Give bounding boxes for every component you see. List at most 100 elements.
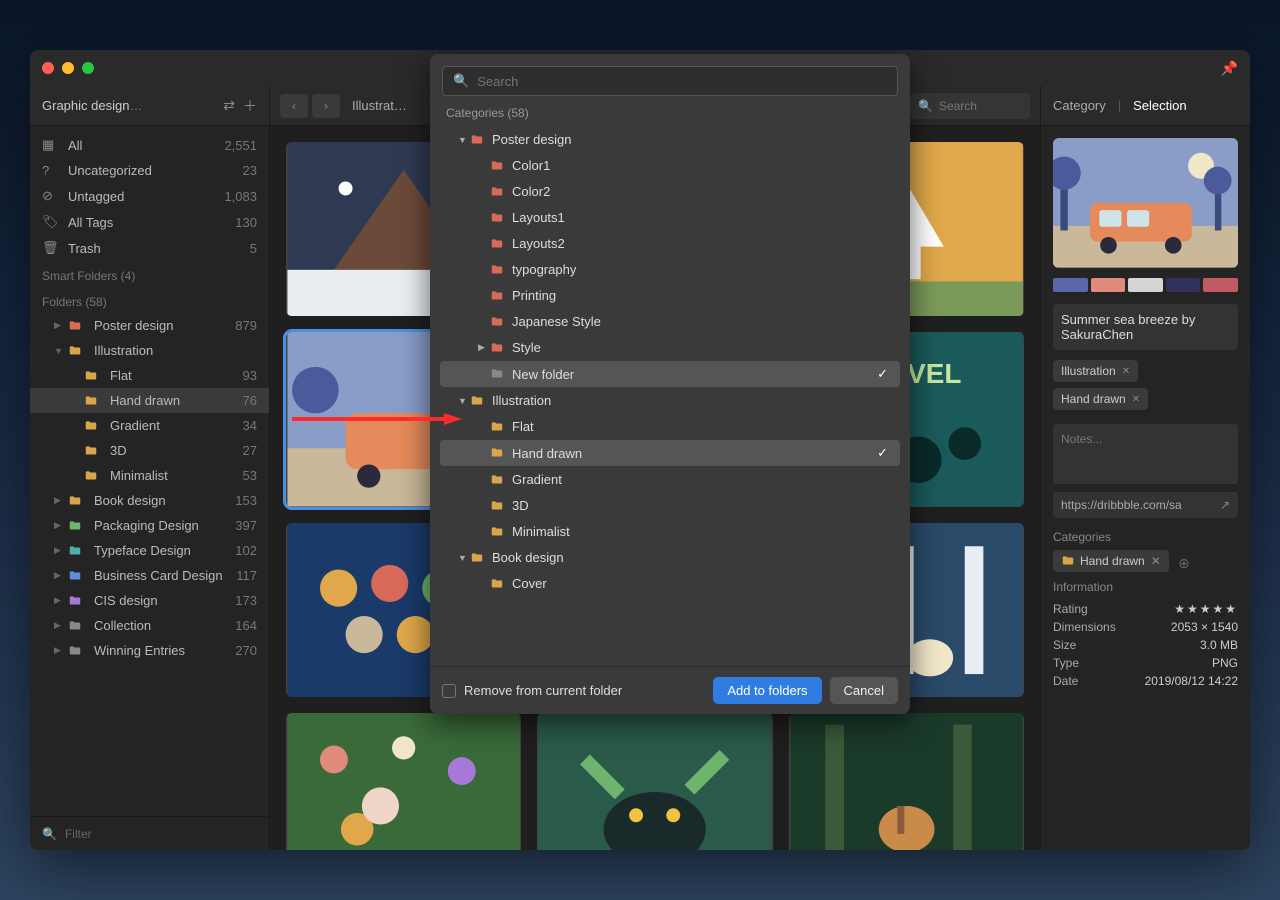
sidebar-folder-cis-design[interactable]: ▶ CIS design 173	[30, 588, 269, 613]
disclosure-icon[interactable]: ▼	[458, 553, 470, 563]
modal-folder-illustration[interactable]: ▼ Illustration	[440, 388, 900, 413]
close-window-button[interactable]	[42, 62, 54, 74]
sidebar-filter[interactable]: 🔍 Filter	[30, 816, 269, 850]
modal-folder-book-design[interactable]: ▼ Book design	[440, 545, 900, 570]
breadcrumb: Illustrat…	[352, 98, 407, 113]
sidebar-folder-business-card-design[interactable]: ▶ Business Card Design 117	[30, 563, 269, 588]
modal-tree: ▼ Poster design Color1 Color2 Layouts1 L…	[430, 126, 910, 666]
sidebar-item-all-tags[interactable]: 🏷 All Tags 130	[30, 209, 269, 235]
disclosure-icon[interactable]: ▼	[54, 346, 64, 356]
toolbar-search[interactable]: 🔍 Search	[910, 93, 1030, 119]
sidebar-folder-poster-design[interactable]: ▶ Poster design 879	[30, 313, 269, 338]
thumbnail[interactable]	[537, 713, 772, 850]
color-swatch[interactable]	[1203, 278, 1238, 292]
modal-folder-color2[interactable]: Color2	[440, 179, 900, 204]
check-icon: ✓	[877, 445, 888, 461]
thumbnail[interactable]	[789, 713, 1024, 850]
disclosure-icon[interactable]: ▶	[54, 620, 64, 631]
color-swatch[interactable]	[1128, 278, 1163, 292]
modal-search[interactable]: 🔍	[442, 66, 898, 96]
disclosure-icon[interactable]: ▶	[54, 495, 64, 506]
modal-folder-new-folder[interactable]: New folder ✓	[440, 361, 900, 387]
sidebar-folder-book-design[interactable]: ▶ Book design 153	[30, 488, 269, 513]
folder-icon	[490, 263, 506, 277]
sidebar-item-untagged[interactable]: ⊘ Untagged 1,083	[30, 183, 269, 209]
title-field[interactable]: Summer sea breeze by SakuraChen	[1053, 304, 1238, 350]
sidebar-folder-hand-drawn[interactable]: Hand drawn 76	[30, 388, 269, 413]
disclosure-icon[interactable]: ▼	[458, 135, 470, 145]
modal-folder-layouts1[interactable]: Layouts1	[440, 205, 900, 230]
modal-folder-style[interactable]: ▶ Style	[440, 335, 900, 360]
tab-category[interactable]: Category	[1053, 98, 1106, 113]
modal-folder-hand-drawn[interactable]: Hand drawn ✓	[440, 440, 900, 466]
sidebar-item-trash[interactable]: 🗑 Trash 5	[30, 235, 269, 261]
folders-header: Folders (58)	[30, 287, 269, 313]
disclosure-icon[interactable]: ▶	[54, 320, 64, 331]
modal-folder-gradient[interactable]: Gradient	[440, 467, 900, 492]
modal-folder-poster-design[interactable]: ▼ Poster design	[440, 127, 900, 152]
category-chip[interactable]: Hand drawn ✕	[1053, 550, 1169, 572]
pin-icon[interactable]: 📌	[1221, 60, 1238, 77]
tag-chip[interactable]: Illustration✕	[1053, 360, 1138, 382]
modal-folder-color1[interactable]: Color1	[440, 153, 900, 178]
disclosure-icon[interactable]: ▼	[458, 396, 470, 406]
add-category-button[interactable]: ⊕	[1178, 555, 1190, 571]
folder-icon	[1061, 554, 1075, 568]
url-field[interactable]: https://dribbble.com/sa ↗	[1053, 492, 1238, 518]
remove-tag-icon[interactable]: ✕	[1122, 366, 1130, 377]
modal-folder-typography[interactable]: typography	[440, 257, 900, 282]
disclosure-icon[interactable]: ▶	[54, 545, 64, 556]
disclosure-icon[interactable]: ▶	[478, 342, 490, 353]
modal-folder-3d[interactable]: 3D	[440, 493, 900, 518]
thumbnail[interactable]	[286, 713, 521, 850]
modal-folder-printing[interactable]: Printing	[440, 283, 900, 308]
remove-tag-icon[interactable]: ✕	[1132, 394, 1140, 405]
folder-icon	[490, 446, 506, 460]
modal-search-input[interactable]	[477, 74, 887, 89]
categories-label: Categories	[1053, 530, 1238, 544]
color-swatches	[1053, 278, 1238, 292]
modal-folder-flat[interactable]: Flat	[440, 414, 900, 439]
smart-folders-header: Smart Folders (4)	[30, 261, 269, 287]
sidebar-item-uncategorized[interactable]: ? Uncategorized 23	[30, 158, 269, 183]
modal-folder-cover[interactable]: Cover	[440, 571, 900, 596]
sidebar-folder-flat[interactable]: Flat 93	[30, 363, 269, 388]
add-icon[interactable]: ＋	[243, 96, 257, 116]
sidebar-folder-winning-entries[interactable]: ▶ Winning Entries 270	[30, 638, 269, 663]
color-swatch[interactable]	[1091, 278, 1126, 292]
add-to-folders-button[interactable]: Add to folders	[713, 677, 821, 704]
sidebar-folder-3d[interactable]: 3D 27	[30, 438, 269, 463]
tab-selection[interactable]: Selection	[1133, 98, 1186, 113]
nav-forward-button[interactable]: ›	[312, 94, 340, 118]
modal-folder-layouts2[interactable]: Layouts2	[440, 231, 900, 256]
modal-folder-japanese-style[interactable]: Japanese Style	[440, 309, 900, 334]
disclosure-icon[interactable]: ▶	[54, 595, 64, 606]
disclosure-icon[interactable]: ▶	[54, 645, 64, 656]
minimize-window-button[interactable]	[62, 62, 74, 74]
rating-stars[interactable]: ★★★★★	[1174, 602, 1238, 616]
sidebar-folder-gradient[interactable]: Gradient 34	[30, 413, 269, 438]
modal-subhead: Categories (58)	[430, 104, 910, 126]
sidebar-folder-illustration[interactable]: ▼ Illustration	[30, 338, 269, 363]
modal-folder-minimalist[interactable]: Minimalist	[440, 519, 900, 544]
notes-field[interactable]: Notes...	[1053, 424, 1238, 484]
color-swatch[interactable]	[1053, 278, 1088, 292]
tag-chip[interactable]: Hand drawn✕	[1053, 388, 1148, 410]
cancel-button[interactable]: Cancel	[830, 677, 898, 704]
sidebar-folder-typeface-design[interactable]: ▶ Typeface Design 102	[30, 538, 269, 563]
sidebar-folder-minimalist[interactable]: Minimalist 53	[30, 463, 269, 488]
remove-category-icon[interactable]: ✕	[1151, 554, 1161, 568]
remove-checkbox[interactable]	[442, 684, 456, 698]
nav-back-button[interactable]: ‹	[280, 94, 308, 118]
disclosure-icon[interactable]: ▶	[54, 570, 64, 581]
swap-icon[interactable]: ⇄	[223, 97, 235, 114]
zoom-window-button[interactable]	[82, 62, 94, 74]
sidebar-item-all[interactable]: ▦ All 2,551	[30, 132, 269, 158]
sidebar-folder-collection[interactable]: ▶ Collection 164	[30, 613, 269, 638]
folder-icon	[68, 519, 86, 533]
library-switcher[interactable]: Graphic design … ⇄ ＋	[30, 86, 270, 125]
color-swatch[interactable]	[1166, 278, 1201, 292]
open-url-icon[interactable]: ↗	[1220, 498, 1230, 512]
sidebar-folder-packaging-design[interactable]: ▶ Packaging Design 397	[30, 513, 269, 538]
disclosure-icon[interactable]: ▶	[54, 520, 64, 531]
